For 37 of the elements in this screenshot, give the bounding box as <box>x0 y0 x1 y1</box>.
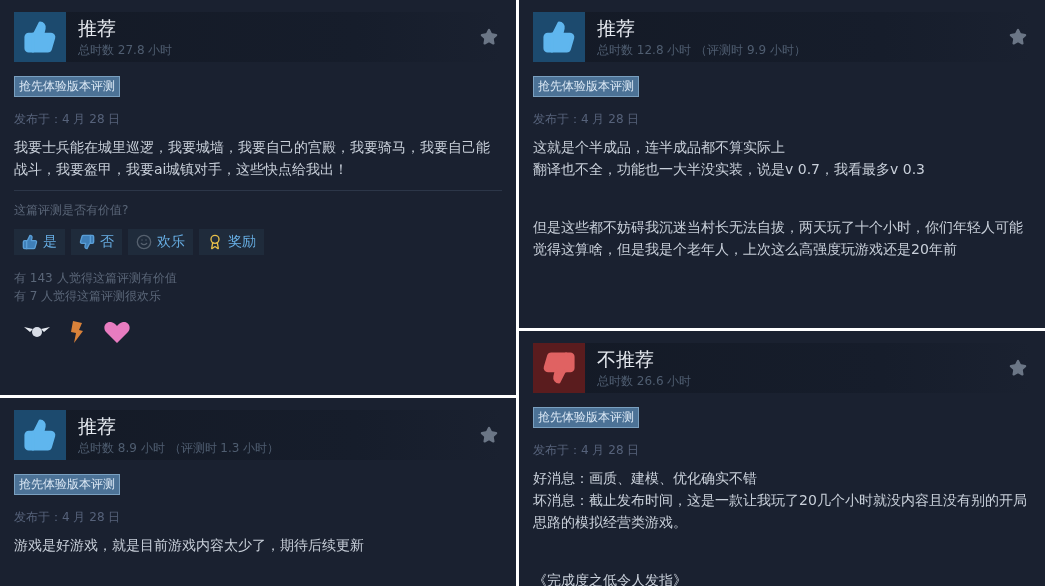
vote-button[interactable]: 否 <box>71 229 122 255</box>
playtime-text: 总时数 12.8 小时 （评测时 9.9 小时） <box>597 41 807 59</box>
star-icon[interactable] <box>1009 359 1027 377</box>
review-text: 这就是个半成品，连半成品都不算实际上 翻译也不全，功能也一大半没实装，说是v 0.7，我看最多v 0.3 <box>533 138 926 179</box>
posted-date: 发布于：4 月 28 日 <box>533 111 641 128</box>
vote-count-text: 有 143 人觉得这篇评测有价值 <box>14 270 178 287</box>
review-text: 我要士兵能在城里巡逻，我要城墙，我要自己的宫殿，我要骑马，我要自己能战斗，我要盔甲，我要ai城镇对手，这些快点给我出！ <box>14 138 491 179</box>
early-access-tag: 抢先体验版本评测 <box>14 474 120 495</box>
playtime-text: 总时数 8.9 小时 （评测时 1.3 小时） <box>78 439 281 457</box>
award-ribbon-icon <box>207 234 223 250</box>
vote-button[interactable]: 奖励 <box>199 229 264 255</box>
review-verdict: 推荐 <box>597 15 636 41</box>
thumbs-down-icon <box>79 234 95 250</box>
vote-button[interactable]: 是 <box>14 229 65 255</box>
heart-icon <box>104 321 130 343</box>
early-access-tag: 抢先体验版本评测 <box>533 407 639 428</box>
helpful-question: 这篇评测是否有价值? <box>14 202 130 219</box>
playtime-text: 总时数 27.8 小时 <box>78 41 174 59</box>
review-verdict: 推荐 <box>78 15 117 41</box>
playtime-text: 总时数 26.6 小时 <box>597 372 693 390</box>
review-text: 好消息：画质、建模、优化确实不错 坏消息：截止发布时间，这是一款让我玩了20几个小时就没内容且没有别的开局思路的模拟经营类游戏。 <box>533 469 1028 532</box>
vote-count-text: 有 7 人觉得这篇评测很欢乐 <box>14 288 163 305</box>
smiley-icon <box>136 234 152 250</box>
star-icon[interactable] <box>480 28 498 46</box>
posted-date: 发布于：4 月 28 日 <box>14 111 122 128</box>
review-verdict: 不推荐 <box>597 346 655 372</box>
review-verdict: 推荐 <box>78 413 117 439</box>
vote-button[interactable]: 欢乐 <box>128 229 193 255</box>
review-text: 但是这些都不妨碍我沉迷当村长无法自拔，两天玩了十个小时，你们年轻人可能觉得这算啥，但是我是个老年人，上次这么高强度玩游戏还是20年前 <box>533 218 1024 259</box>
thumbs-up-icon <box>22 234 38 250</box>
early-access-tag: 抢先体验版本评测 <box>14 76 120 97</box>
posted-date: 发布于：4 月 28 日 <box>14 509 122 526</box>
star-icon[interactable] <box>480 426 498 444</box>
star-icon[interactable] <box>1009 28 1027 46</box>
early-access-tag: 抢先体验版本评测 <box>533 76 639 97</box>
review-text: 游戏是好游戏，就是目前游戏内容太少了，期待后续更新 <box>14 536 365 555</box>
posted-date: 发布于：4 月 28 日 <box>533 442 641 459</box>
